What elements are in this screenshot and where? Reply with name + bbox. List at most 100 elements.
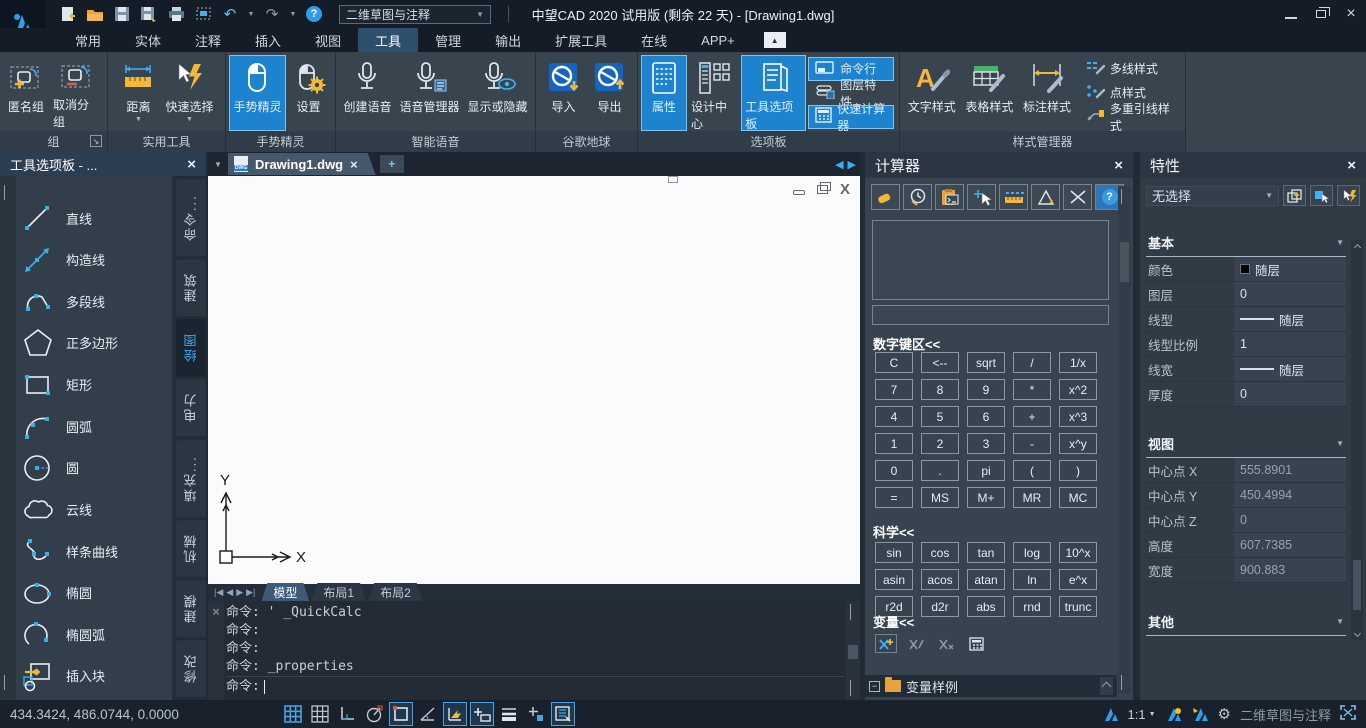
property-row-thickness[interactable]: 厚度 0: [1146, 382, 1346, 407]
document-tab[interactable]: Drawing1.dwg ×: [228, 153, 376, 175]
calc-key[interactable]: x^2: [1059, 379, 1097, 400]
scientific-section-label[interactable]: 科学<<: [873, 522, 914, 541]
calc-key[interactable]: cos: [921, 542, 959, 563]
calc-key[interactable]: d2r: [921, 596, 959, 617]
dimension-style-button[interactable]: 标注样式: [1019, 56, 1075, 130]
open-file-icon[interactable]: [85, 4, 105, 24]
table-style-button[interactable]: 表格样式: [962, 56, 1018, 130]
grid-toggle-icon[interactable]: [282, 703, 304, 725]
quick-select-icon[interactable]: [1337, 185, 1360, 206]
paste-to-commandline-icon[interactable]: [935, 184, 964, 210]
intersection-icon[interactable]: [1063, 184, 1092, 210]
property-row-color[interactable]: 颜色 随层: [1146, 257, 1346, 282]
mdi-minimize-icon[interactable]: [793, 190, 805, 195]
polar-toggle-icon[interactable]: [363, 703, 385, 725]
history-icon[interactable]: [903, 184, 932, 210]
mdi-close-icon[interactable]: X: [840, 181, 850, 198]
palette-tab-modify[interactable]: 修改: [176, 640, 206, 697]
calculator-history-box[interactable]: [872, 220, 1109, 300]
ungroup-button[interactable]: 取消分组: [50, 56, 103, 130]
command-scrollbar[interactable]: [846, 601, 860, 700]
viewport-toggle-icon[interactable]: [552, 703, 574, 725]
restore-button[interactable]: [1306, 3, 1336, 25]
property-row-lineweight[interactable]: 线宽 随层: [1146, 357, 1346, 382]
layout-tab-model[interactable]: 模型: [261, 583, 309, 602]
annotation-visibility-icon[interactable]: [1165, 706, 1182, 722]
delete-variable-icon[interactable]: [935, 634, 957, 653]
scrollbar-thumb[interactable]: [848, 645, 858, 659]
dialog-launcher-icon[interactable]: ↘: [90, 135, 102, 147]
create-voice-button[interactable]: 创建语音: [340, 56, 394, 130]
calc-key[interactable]: MS: [921, 487, 959, 508]
property-row-height[interactable]: 高度 607.7385: [1146, 533, 1346, 558]
tab-solid[interactable]: 实体: [118, 28, 178, 52]
tab-online[interactable]: 在线: [624, 28, 684, 52]
tree-scroll-up[interactable]: [1100, 677, 1113, 695]
palette-item-circle[interactable]: 圆: [20, 448, 170, 488]
close-icon[interactable]: ×: [187, 156, 196, 173]
new-document-icon[interactable]: +: [380, 155, 404, 173]
mdi-restore-icon[interactable]: [817, 185, 828, 194]
first-layout-icon[interactable]: |◀: [214, 587, 223, 598]
undo-icon[interactable]: ↶: [220, 4, 240, 24]
scroll-down-icon[interactable]: [850, 680, 851, 696]
scrollbar-thumb[interactable]: [1120, 242, 1129, 282]
tool-palette-button[interactable]: 工具选项板: [742, 56, 805, 130]
save-as-icon[interactable]: [139, 4, 159, 24]
earth-import-button[interactable]: 导入: [542, 56, 586, 130]
calc-key[interactable]: asin: [875, 569, 913, 590]
close-icon[interactable]: ×: [350, 157, 358, 172]
help-icon[interactable]: ?: [304, 4, 324, 24]
tab-insert[interactable]: 插入: [238, 28, 298, 52]
tab-tools[interactable]: 工具: [358, 28, 418, 52]
calc-key[interactable]: 5: [921, 406, 959, 427]
annotation-scale-value[interactable]: 1:1▼: [1128, 707, 1156, 722]
new-variable-icon[interactable]: [875, 634, 897, 653]
calc-key[interactable]: tan: [967, 542, 1005, 563]
tab-output[interactable]: 输出: [478, 28, 538, 52]
undo-dropdown-icon[interactable]: ▼: [247, 4, 255, 24]
calc-key[interactable]: ln: [1013, 569, 1051, 590]
save-icon[interactable]: [112, 4, 132, 24]
preview-icon[interactable]: [193, 4, 213, 24]
close-icon[interactable]: ×: [1114, 157, 1123, 174]
scroll-down-icon[interactable]: [1353, 629, 1360, 636]
calc-key[interactable]: 8: [921, 379, 959, 400]
redo-icon[interactable]: ↷: [262, 4, 282, 24]
calc-key[interactable]: x^y: [1059, 433, 1097, 454]
numpad-section-label[interactable]: 数字键区<<: [873, 334, 940, 353]
calc-key[interactable]: 3: [967, 433, 1005, 454]
palette-scrollbar[interactable]: [0, 176, 16, 700]
calculator-header[interactable]: 计算器 ×: [865, 152, 1133, 178]
calc-key[interactable]: (: [1013, 460, 1051, 481]
calc-key[interactable]: *: [1013, 379, 1051, 400]
calc-key[interactable]: atan: [967, 569, 1005, 590]
scroll-up-icon[interactable]: [1353, 243, 1360, 250]
palette-item-ellipse-arc[interactable]: 椭圆弧: [20, 614, 170, 654]
section-view-header[interactable]: 视图 ▼: [1146, 431, 1346, 458]
calc-key[interactable]: =: [875, 487, 913, 508]
calc-key[interactable]: 9: [967, 379, 1005, 400]
calc-key[interactable]: log: [1013, 542, 1051, 563]
calc-key[interactable]: MC: [1059, 487, 1097, 508]
property-row-layer[interactable]: 图层 0: [1146, 282, 1346, 307]
dynamic-input-toggle-icon[interactable]: [471, 703, 493, 725]
calc-key[interactable]: sqrt: [967, 352, 1005, 373]
distance-between-points-icon[interactable]: [999, 184, 1028, 210]
earth-export-button[interactable]: 导出: [588, 56, 632, 130]
calc-key[interactable]: acos: [921, 569, 959, 590]
tab-home[interactable]: 常用: [58, 28, 118, 52]
scroll-up-icon[interactable]: [1121, 189, 1122, 204]
selection-dropdown[interactable]: 无选择 ▼: [1146, 186, 1279, 206]
quick-calculator-button[interactable]: 快速计算器: [809, 106, 893, 128]
workspace-select[interactable]: 二维草图与注释 ▼: [339, 5, 491, 24]
canvas-grip[interactable]: [668, 176, 678, 183]
distance-button[interactable]: 距离 ▼: [116, 56, 160, 130]
mleader-style-button[interactable]: 多重引线样式: [1079, 106, 1179, 128]
property-row-width[interactable]: 宽度 900.883: [1146, 558, 1346, 583]
palette-tab-commands[interactable]: 命令...: [176, 179, 206, 256]
calculator-return-icon[interactable]: [965, 634, 987, 653]
tree-collapse-icon[interactable]: −: [869, 681, 880, 692]
variables-tree-row[interactable]: − 变量样例: [865, 675, 1117, 697]
command-input[interactable]: 命令:: [226, 676, 844, 696]
